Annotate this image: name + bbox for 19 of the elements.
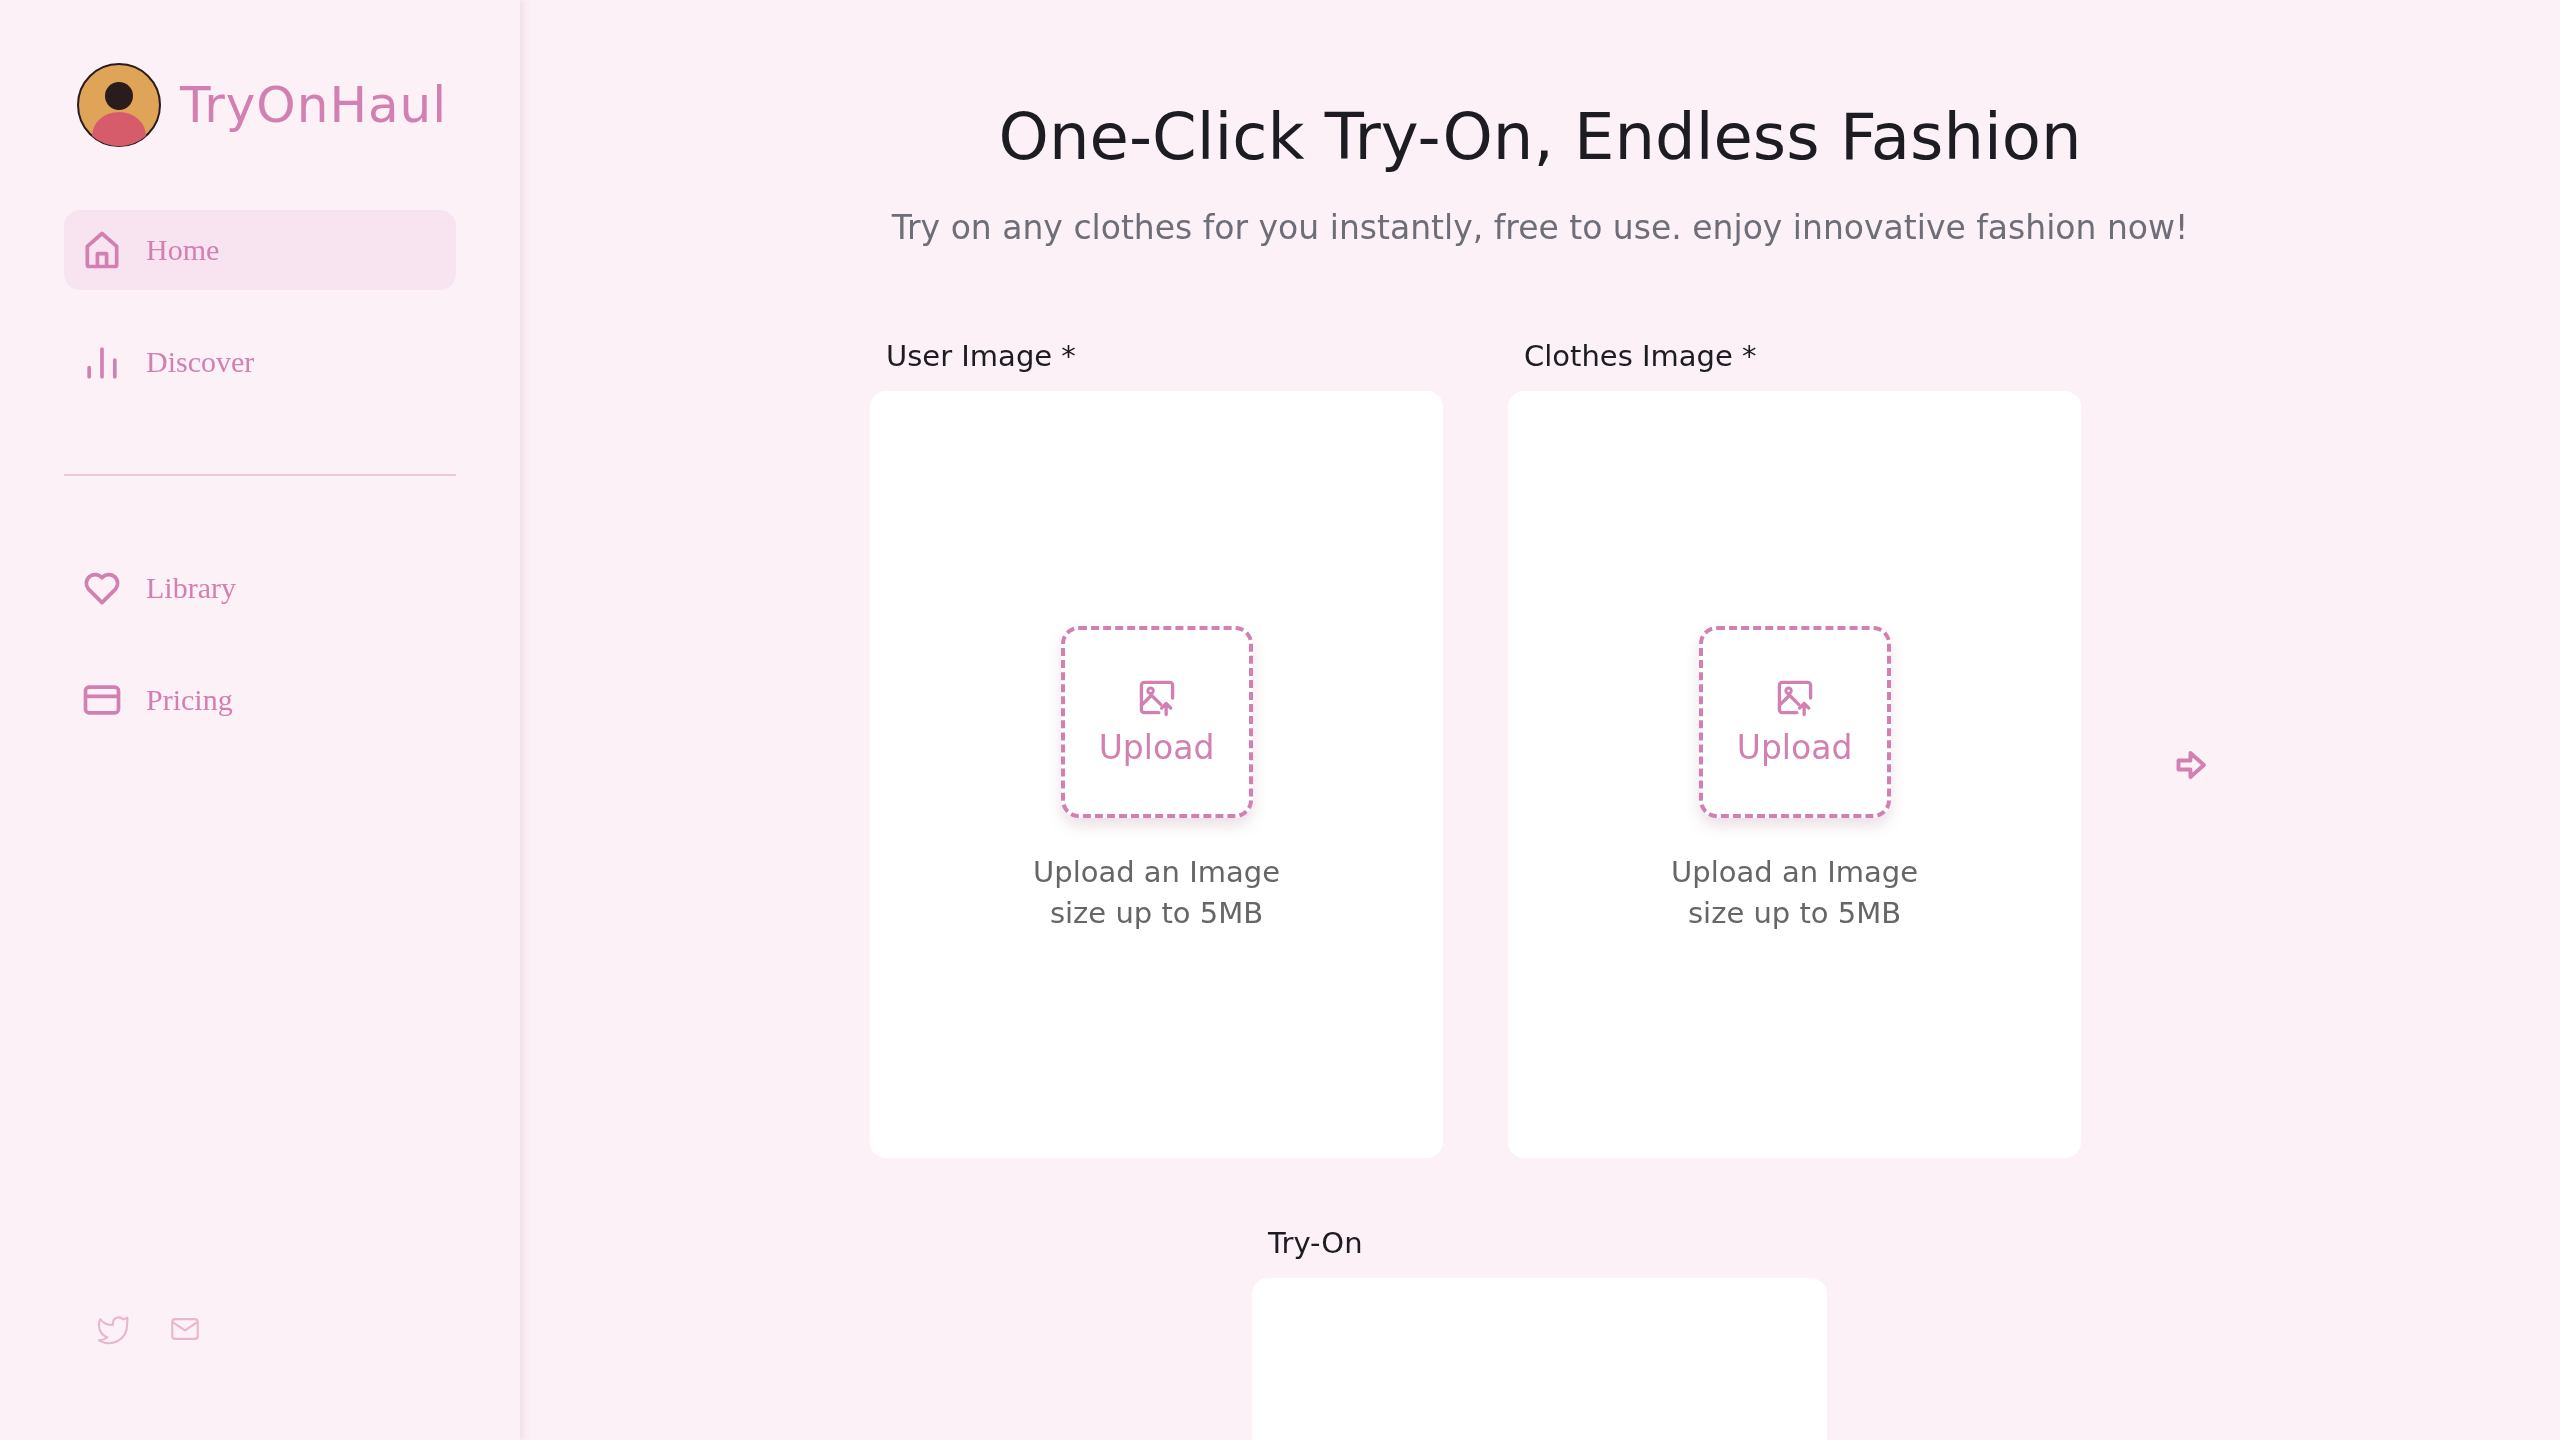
field-label: Clothes Image * — [1523, 339, 1758, 373]
upload-dropzone[interactable]: Upload Upload an Image size up to 5MB — [870, 391, 1444, 1158]
avatar-icon — [76, 62, 162, 148]
nav-item[interactable]: Pricing — [64, 660, 456, 740]
nav-item[interactable]: Home — [64, 210, 456, 290]
upload-button[interactable]: Upload — [1060, 625, 1253, 818]
page-subtitle: Try on any clothes for you instantly, free to use. enjoy innovative fashion now! — [891, 208, 2189, 247]
upload-hint: Upload an Image — [1033, 853, 1281, 891]
page-title: One-Click Try-On, Endless Fashion — [998, 100, 2082, 174]
field-label: Try-On — [1267, 1226, 1364, 1260]
size-limit: size up to 5MB — [1049, 894, 1264, 932]
nav-item[interactable]: Library — [64, 548, 456, 628]
brand-name[interactable]: TryOnHaul — [180, 76, 448, 134]
nav-item[interactable]: Discover — [64, 322, 456, 402]
size-limit: size up to 5MB — [1688, 894, 1902, 932]
field-label: User Image * — [885, 339, 1077, 373]
upload-button[interactable]: Upload — [1698, 625, 1891, 818]
upload-dropzone[interactable]: Upload Upload an Image size up to 5MB — [1508, 391, 2082, 1158]
upload-hint: Upload an Image — [1671, 853, 1919, 891]
